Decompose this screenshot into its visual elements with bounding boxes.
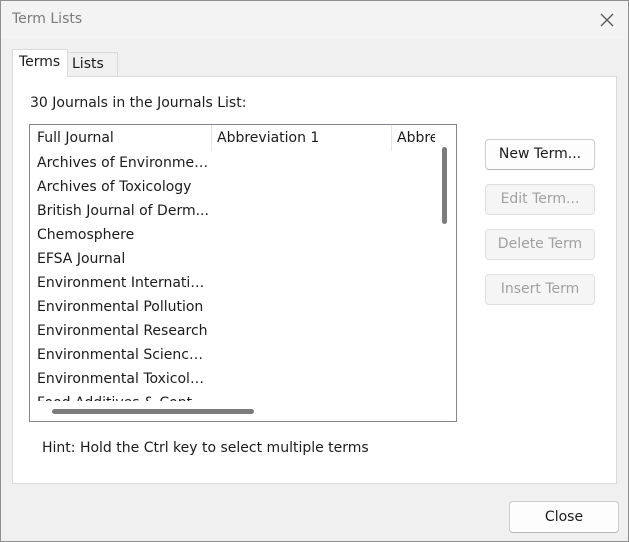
insert-term-button[interactable]: Insert Term: [485, 274, 595, 305]
list-item[interactable]: Archives of Environmen...: [37, 152, 211, 174]
tab-terms-label: Terms: [19, 54, 61, 70]
list-item[interactable]: Environmental Science ...: [37, 344, 211, 366]
list-item[interactable]: Environmental Toxicolo...: [37, 368, 211, 390]
list-caption: 30 Journals in the Journals List:: [30, 95, 247, 111]
title-bar: Term Lists: [1, 1, 628, 39]
close-icon[interactable]: [597, 10, 617, 30]
column-header-abbreviation-1[interactable]: Abbreviation 1: [217, 130, 389, 156]
new-term-button[interactable]: New Term...: [485, 139, 595, 170]
list-item[interactable]: Environment Internatio...: [37, 272, 211, 294]
column-header-abbreviation-2[interactable]: Abbre: [397, 130, 435, 156]
list-item[interactable]: Environmental Pollution: [37, 296, 211, 318]
tab-lists-label: Lists: [72, 56, 104, 72]
window-title: Term Lists: [12, 11, 83, 27]
list-item[interactable]: British Journal of Derm...: [37, 200, 211, 222]
column-separator[interactable]: [211, 125, 212, 151]
list-item[interactable]: Environmental Research: [37, 320, 211, 342]
delete-term-button[interactable]: Delete Term: [485, 229, 595, 260]
list-item[interactable]: EFSA Journal: [37, 248, 211, 270]
close-button[interactable]: Close: [509, 501, 619, 533]
hint-text: Hint: Hold the Ctrl key to select multip…: [42, 440, 369, 456]
list-item[interactable]: Archives of Toxicology: [37, 176, 211, 198]
vertical-scrollbar-thumb[interactable]: [442, 147, 447, 224]
horizontal-scrollbar-thumb[interactable]: [52, 409, 254, 414]
term-lists-dialog: Term Lists Terms Lists 30 Journals in th…: [0, 0, 629, 542]
edit-term-button[interactable]: Edit Term...: [485, 184, 595, 215]
tab-lists[interactable]: Lists: [68, 52, 118, 77]
column-separator[interactable]: [391, 125, 392, 151]
journals-list[interactable]: Full Journal Abbreviation 1 Abbre Archiv…: [29, 124, 457, 422]
list-item[interactable]: Chemosphere: [37, 224, 211, 246]
tab-terms[interactable]: Terms: [12, 49, 68, 77]
